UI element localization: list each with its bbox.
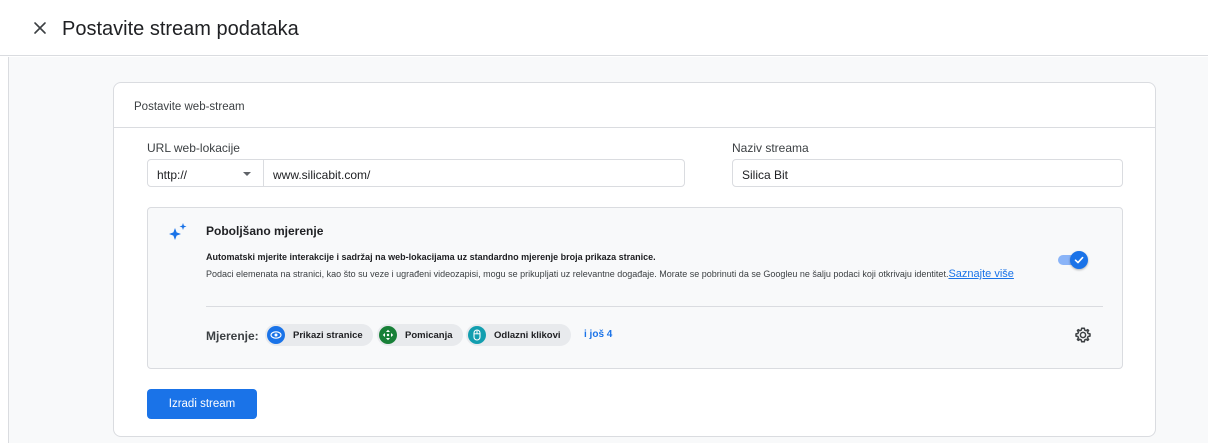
- page-title: Postavite stream podataka: [62, 18, 299, 40]
- enhanced-measurement-description: Podaci elemenata na stranici, kao što su…: [206, 266, 1066, 283]
- url-label: URL web-lokacije: [147, 141, 240, 155]
- learn-more-link[interactable]: Saznajte više: [948, 268, 1013, 280]
- enhanced-measurement-panel: Poboljšano mjerenje Automatski mjerite i…: [147, 207, 1123, 369]
- mouse-icon: [468, 326, 486, 344]
- chip-label: Pomicanja: [405, 330, 453, 341]
- sparkle-icon: [168, 222, 188, 242]
- close-icon[interactable]: [30, 18, 52, 40]
- stream-name-label: Naziv streama: [732, 141, 809, 155]
- chip-scrolls[interactable]: Pomicanja: [377, 324, 463, 346]
- web-stream-card: Postavite web-stream URL web-lokacije ht…: [113, 82, 1156, 437]
- scroll-arrows-icon: [379, 326, 397, 344]
- chip-label: Prikazi stranice: [293, 330, 363, 341]
- chip-label: Odlazni klikovi: [494, 330, 561, 341]
- enhanced-measurement-summary: Automatski mjerite interakcije i sadržaj…: [206, 252, 656, 262]
- check-icon: [1074, 256, 1084, 264]
- protocol-value: http://: [157, 168, 188, 182]
- gear-icon[interactable]: [1074, 326, 1092, 344]
- url-input[interactable]: www.silicabit.com/: [263, 159, 685, 187]
- stream-name-input[interactable]: Silica Bit: [732, 159, 1123, 187]
- protocol-select[interactable]: http://: [147, 159, 264, 187]
- enhanced-measurement-toggle[interactable]: [1058, 250, 1088, 270]
- toggle-knob: [1070, 251, 1088, 269]
- chip-page-views[interactable]: Prikazi stranice: [265, 324, 373, 346]
- eye-icon: [267, 326, 285, 344]
- card-title: Postavite web-stream: [134, 101, 245, 113]
- divider: [206, 306, 1103, 307]
- description-text: Podaci elemenata na stranici, kao što su…: [206, 269, 949, 279]
- measurement-label: Mjerenje:: [206, 329, 259, 343]
- create-stream-button[interactable]: Izradi stream: [147, 389, 257, 419]
- top-bar: Postavite stream podataka: [0, 0, 1208, 56]
- chevron-down-icon: [243, 172, 251, 176]
- card-header: Postavite web-stream: [114, 83, 1155, 128]
- chip-outbound-clicks[interactable]: Odlazni klikovi: [466, 324, 571, 346]
- enhanced-measurement-title: Poboljšano mjerenje: [206, 224, 324, 238]
- more-events-link[interactable]: i još 4: [584, 329, 612, 340]
